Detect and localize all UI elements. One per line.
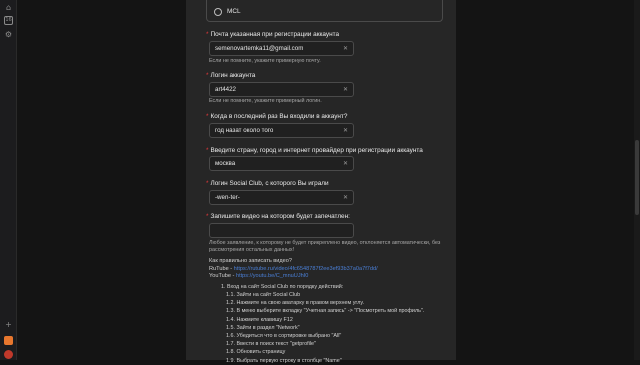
add-icon[interactable]: +: [4, 320, 13, 329]
list-item: 1.3. В меню выберите вкладку "Учетная за…: [226, 308, 425, 315]
youtube-link[interactable]: https://youtu.be/C_mnuUJhI0: [236, 273, 308, 279]
list-item: 1.1. Зайти на сайт Social Club: [226, 292, 301, 298]
email-label: * Почта указанная при регистрации аккаунт…: [206, 31, 340, 38]
location-label: * Введите страну, город и интернет провай…: [206, 147, 423, 154]
login-field[interactable]: art4422 ✕: [209, 82, 354, 97]
clear-icon[interactable]: ✕: [343, 124, 348, 137]
list-item: 1.7. Ввести в поиск текст "getprofile": [226, 341, 316, 348]
clear-icon[interactable]: ✕: [343, 157, 348, 170]
steps-heading: 1. Вход на сайт Social Club по порядку д…: [221, 284, 344, 290]
email-field[interactable]: semenovartemka11@gmail.com ✕: [209, 41, 354, 56]
nav-icon-1[interactable]: ⌂: [4, 3, 13, 12]
rutube-link[interactable]: https://rutube.ru/video/4fc6548787f2ee3e…: [234, 266, 378, 272]
video-label: * Запишите видео на котором будет запечат…: [206, 213, 350, 220]
social-club-field[interactable]: -wen-ter- ✕: [209, 190, 354, 205]
login-label: * Логин аккаунта: [206, 72, 256, 79]
list-item: 1.6. Убедиться что в сортировке выбрано …: [226, 333, 342, 340]
list-item: 1.8. Обновить страницу: [226, 349, 286, 356]
clear-icon[interactable]: ✕: [343, 42, 348, 55]
video-hint-1: Любое заявление, к которому не будет при…: [209, 240, 441, 246]
radio-mcl-label: MCL: [227, 8, 241, 15]
avatar-icon[interactable]: [4, 336, 13, 345]
radio-group: [206, 0, 443, 22]
profile-avatar[interactable]: [4, 350, 13, 359]
clear-icon[interactable]: ✕: [343, 83, 348, 96]
list-item: 1.4. Нажмите клавишу F12: [226, 316, 293, 323]
video-field[interactable]: [209, 223, 354, 238]
radio-mcl[interactable]: [214, 8, 222, 16]
list-item: 1.9. Выбрать первую строку в столбце "Na…: [226, 357, 342, 364]
social-club-label: * Логин Social Club, с которого Вы играли: [206, 180, 329, 187]
login-hint: Если не помните, укажите примерный логин…: [209, 98, 322, 104]
email-hint: Если не помните, укажите примерную почту…: [209, 58, 321, 64]
howto-title: Как правильно записать видео?: [209, 258, 292, 264]
settings-icon[interactable]: ⚙: [4, 30, 13, 39]
list-item: 1.5. Зайти в раздел "Network": [226, 324, 300, 331]
youtube-line: YouTube - https://youtu.be/C_mnuUJhI0: [209, 273, 309, 279]
scrollbar-thumb[interactable]: [635, 140, 639, 215]
app-sidebar: ⌂ 16 ⚙ +: [0, 0, 17, 360]
last-login-field[interactable]: год назат около того ✕: [209, 123, 354, 138]
rutube-line: RuTube - https://rutube.ru/video/4fc6548…: [209, 266, 378, 272]
list-item: 1.2. Нажмите на свою аватарку в правом в…: [226, 300, 365, 307]
steps-list: 1.1. Зайти на сайт Social Club 1.2. Нажм…: [226, 291, 424, 365]
last-login-label: * Когда в последний раз Вы входили в акка…: [206, 113, 348, 120]
video-hint-2: рассмотрения остальных данных!: [209, 247, 295, 253]
clear-icon[interactable]: ✕: [343, 191, 348, 204]
badge-icon[interactable]: 16: [4, 16, 13, 25]
location-field[interactable]: москва ✕: [209, 156, 354, 171]
